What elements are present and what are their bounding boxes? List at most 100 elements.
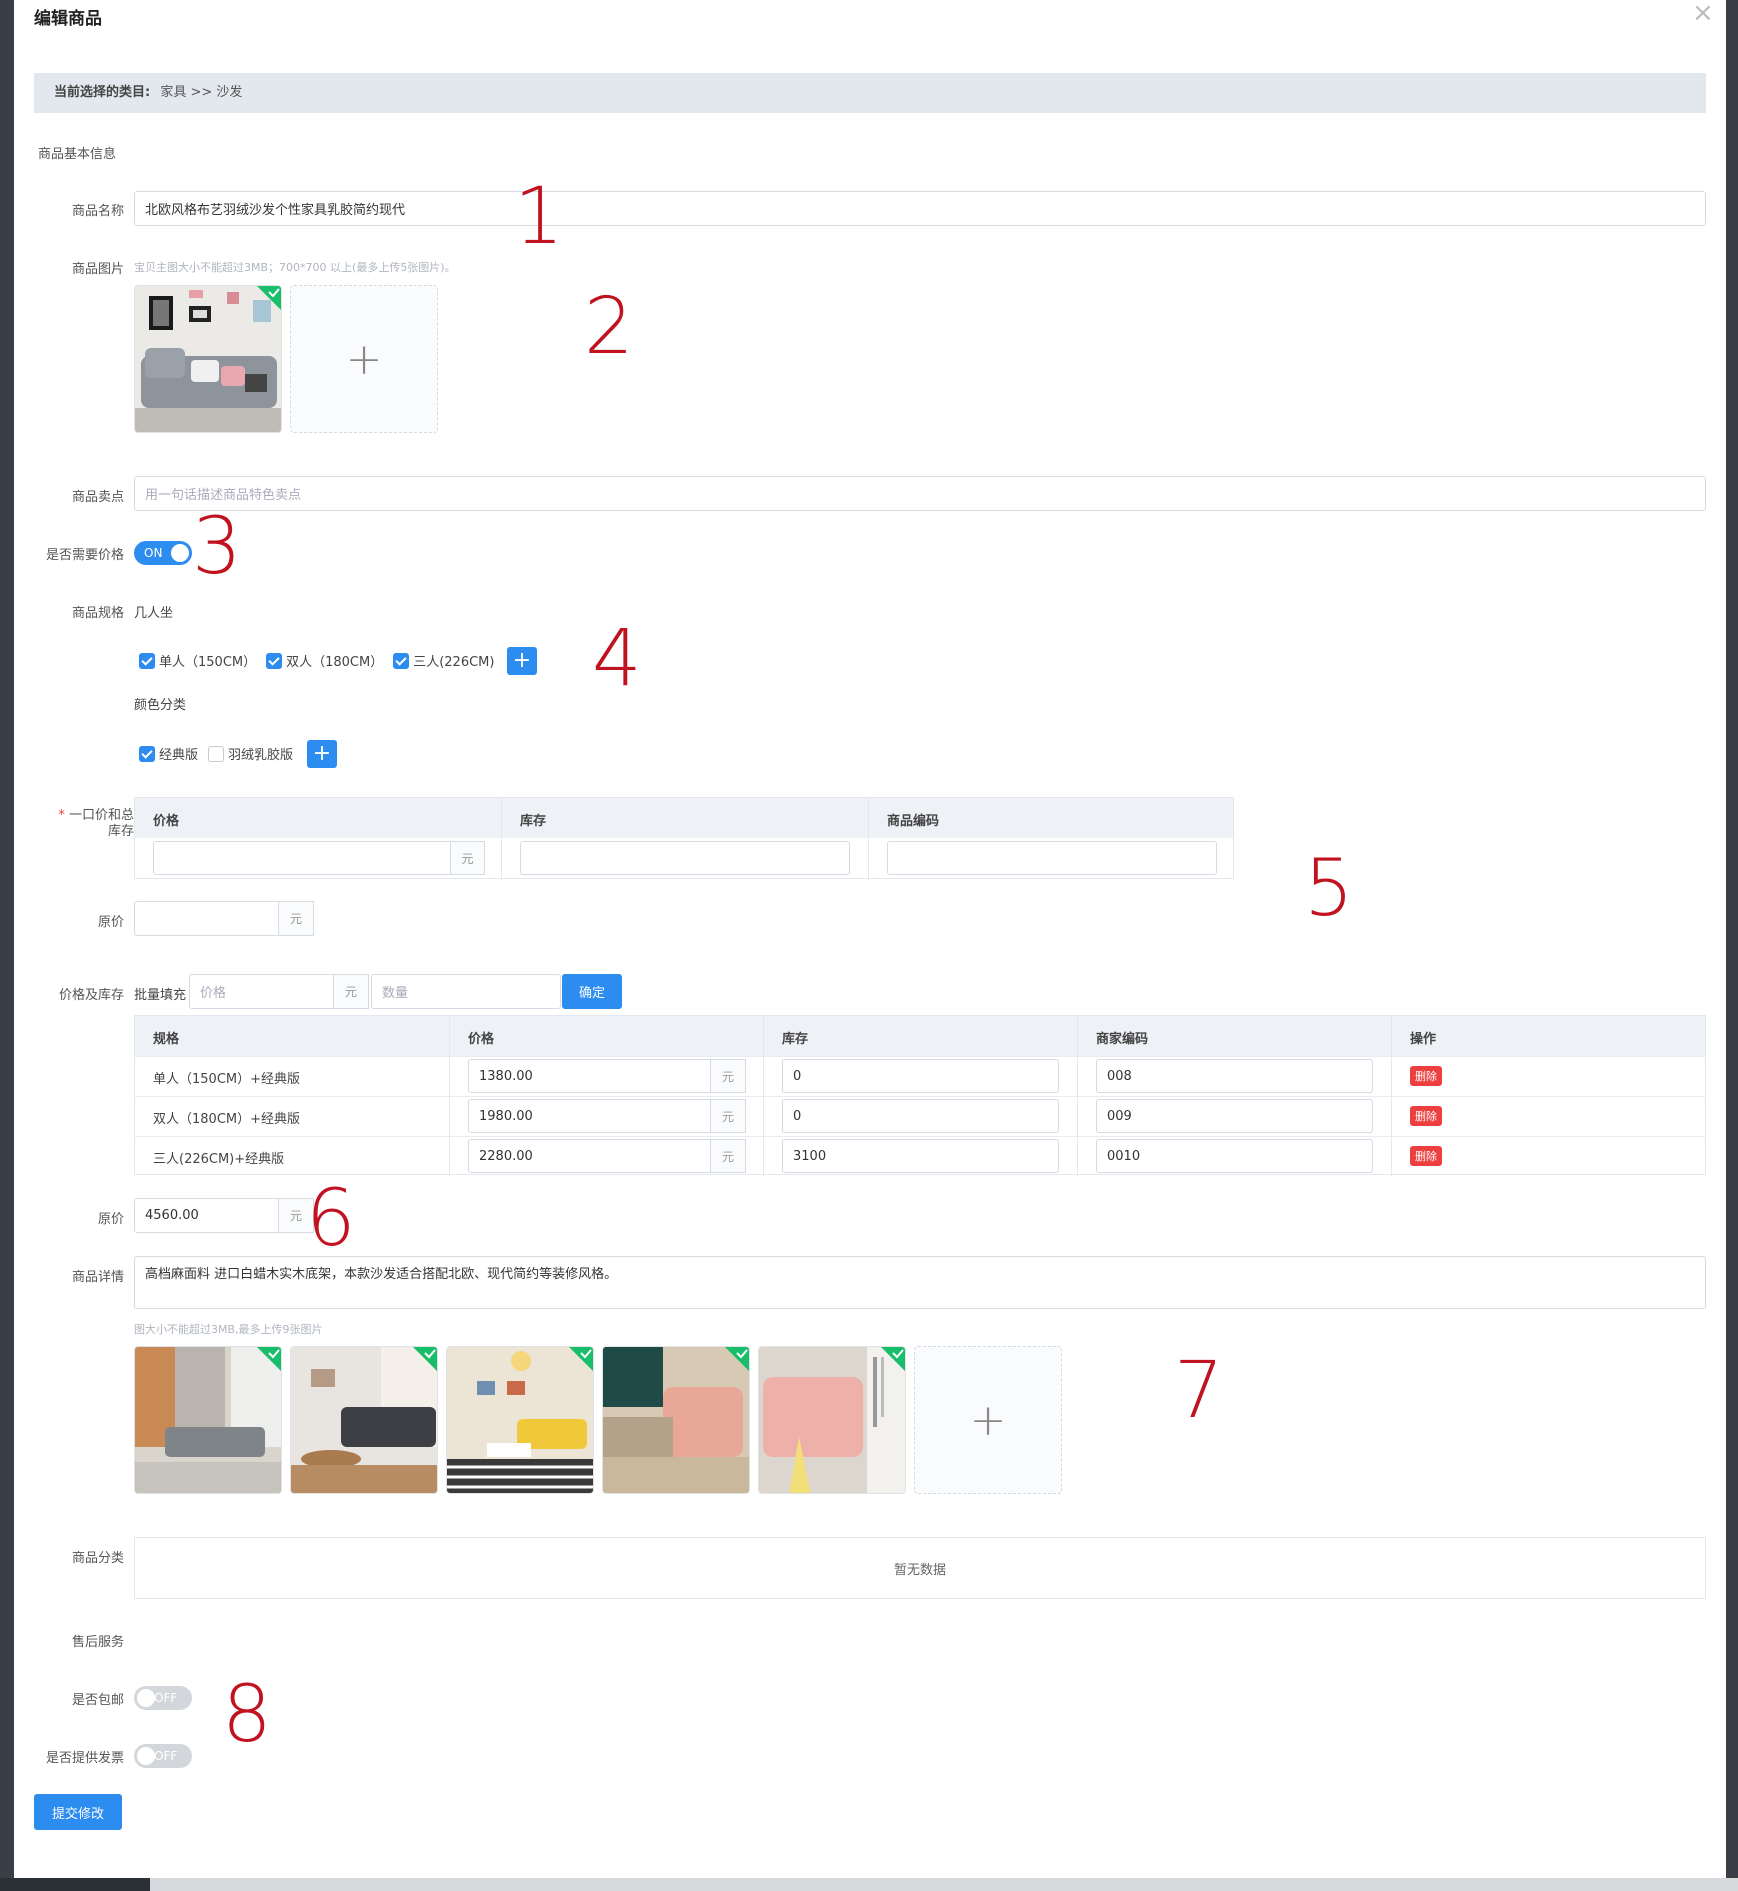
row-code-input[interactable]: 008 bbox=[1096, 1059, 1373, 1093]
fixed-price-label-line1: 一口价和总 bbox=[68, 808, 134, 823]
product-name-value: 北欧风格布艺羽绒沙发个性家具乳胶简约现代 bbox=[145, 203, 406, 218]
checkbox-triple[interactable] bbox=[393, 652, 410, 669]
annotation-4: 4 bbox=[592, 614, 642, 704]
original-price-input[interactable]: 4560.00 bbox=[134, 1198, 279, 1233]
row-code-input[interactable]: 0010 bbox=[1096, 1139, 1373, 1173]
row-code-value: 0010 bbox=[1107, 1148, 1141, 1164]
fixed-price-label: * 一口价和总 库存 bbox=[34, 808, 134, 840]
add-seat-option-button[interactable]: + bbox=[507, 647, 537, 675]
original-price-input[interactable] bbox=[134, 901, 279, 936]
row-price-unit: 元 bbox=[711, 1059, 746, 1093]
selling-point-placeholder: 用一句话描述商品特色卖点 bbox=[145, 488, 302, 503]
switch-knob bbox=[171, 544, 189, 562]
breadcrumb-path: 家具 >> 沙发 bbox=[160, 85, 243, 100]
detail-images-hint: 图大小不能超过3MB,最多上传9张图片 bbox=[134, 1323, 323, 1336]
product-name-label: 商品名称 bbox=[71, 204, 124, 219]
row-price-input[interactable]: 2280.00 bbox=[468, 1139, 711, 1173]
checkbox-classic[interactable] bbox=[139, 745, 155, 762]
invoice-switch[interactable]: OFF bbox=[134, 1744, 192, 1768]
row-price-value: 2280.00 bbox=[479, 1148, 533, 1164]
header-price: 价格 bbox=[468, 1032, 495, 1047]
table-row: 双人（180CM）+经典版 1980.00 元 0 009 删除 bbox=[135, 1096, 1705, 1136]
spec-group-color-name: 颜色分类 bbox=[134, 698, 187, 713]
checkbox-single[interactable] bbox=[139, 652, 155, 669]
add-detail-image-button[interactable]: + bbox=[914, 1346, 1062, 1494]
row-delete-button[interactable]: 删除 bbox=[1410, 1146, 1442, 1166]
required-mark: * bbox=[58, 808, 65, 823]
fixed-price-table: 价格 库存 商品编码 元 bbox=[134, 797, 1234, 880]
need-price-switch[interactable]: ON bbox=[134, 541, 192, 565]
row-delete-button[interactable]: 删除 bbox=[1410, 1066, 1442, 1086]
switch-state: ON bbox=[144, 546, 163, 560]
header-actions: 操作 bbox=[1410, 1032, 1437, 1047]
product-image-thumb[interactable] bbox=[134, 285, 282, 433]
row-stock-input[interactable]: 3100 bbox=[782, 1139, 1059, 1173]
total-stock-input[interactable] bbox=[520, 841, 850, 875]
row-price-input[interactable]: 1980.00 bbox=[468, 1099, 711, 1133]
background-left-edge bbox=[0, 0, 14, 1891]
row-price-unit: 元 bbox=[711, 1139, 746, 1173]
plus-icon: + bbox=[512, 648, 532, 673]
submit-button[interactable]: 提交修改 bbox=[34, 1794, 122, 1830]
table-row: 三人(226CM)+经典版 2280.00 元 3100 0010 删除 bbox=[135, 1136, 1705, 1176]
annotation-3: 3 bbox=[192, 502, 242, 592]
row-price-input[interactable]: 1380.00 bbox=[468, 1059, 711, 1093]
batch-price-input[interactable]: 价格 bbox=[189, 974, 334, 1009]
sku-table: 规格 价格 库存 商家编码 操作 单人（150CM）+经典版 1380.00 元… bbox=[134, 1015, 1706, 1176]
original-price-label: 原价 bbox=[97, 915, 124, 930]
uploaded-check-icon bbox=[257, 286, 281, 310]
row-stock-input[interactable]: 0 bbox=[782, 1059, 1059, 1093]
header-spec: 规格 bbox=[153, 1032, 180, 1047]
row-price-value: 1380.00 bbox=[479, 1068, 533, 1084]
row-price-unit: 元 bbox=[711, 1099, 746, 1133]
checkbox-down-latex[interactable] bbox=[208, 745, 225, 762]
fixed-price-label-line2: 库存 bbox=[107, 824, 134, 839]
batch-confirm-button[interactable]: 确定 bbox=[562, 974, 622, 1009]
fixed-price-unit: 元 bbox=[451, 841, 485, 875]
product-name-input[interactable]: 北欧风格布艺羽绒沙发个性家具乳胶简约现代 bbox=[134, 191, 1706, 226]
spec-group-seats-name: 几人坐 bbox=[134, 606, 174, 621]
product-detail-value: 高档麻面料 进口白蜡木实木底架，本款沙发适合搭配北欧、现代简约等装修风格。 bbox=[145, 1267, 618, 1282]
option-double-label: 双人（180CM） bbox=[286, 655, 384, 670]
detail-image-thumb[interactable] bbox=[134, 1346, 282, 1494]
product-category-label: 商品分类 bbox=[71, 1551, 124, 1566]
option-triple-label: 三人(226CM) bbox=[413, 655, 495, 670]
header-product-code: 商品编码 bbox=[887, 814, 940, 829]
spec-group-seats-options: 单人（150CM） 双人（180CM） 三人(226CM) bbox=[139, 651, 504, 670]
edit-product-dialog: 编辑商品 × 当前选择的类目: 家具 >> 沙发 商品基本信息 商品名称 北欧风… bbox=[14, 0, 1726, 1878]
product-detail-textarea[interactable]: 高档麻面料 进口白蜡木实木底架，本款沙发适合搭配北欧、现代简约等装修风格。 bbox=[134, 1256, 1706, 1309]
header-stock: 库存 bbox=[782, 1032, 809, 1047]
detail-image-thumb[interactable] bbox=[758, 1346, 906, 1494]
batch-fill-label: 批量填充 bbox=[134, 988, 187, 1003]
free-shipping-switch[interactable]: OFF bbox=[134, 1686, 192, 1710]
add-color-option-button[interactable]: + bbox=[307, 740, 337, 768]
detail-image-thumb[interactable] bbox=[290, 1346, 438, 1494]
row-code-input[interactable]: 009 bbox=[1096, 1099, 1373, 1133]
row-spec: 三人(226CM)+经典版 bbox=[153, 1152, 285, 1167]
annotation-5: 5 bbox=[1304, 844, 1354, 934]
switch-state: OFF bbox=[154, 1691, 178, 1705]
row-spec: 双人（180CM）+经典版 bbox=[153, 1112, 300, 1127]
detail-image-thumb[interactable] bbox=[446, 1346, 594, 1494]
fixed-price-input[interactable] bbox=[153, 841, 451, 875]
row-spec: 单人（150CM）+经典版 bbox=[153, 1072, 300, 1087]
annotation-1: 1 bbox=[514, 172, 564, 262]
add-product-image-button[interactable]: + bbox=[290, 285, 438, 433]
need-price-label: 是否需要价格 bbox=[45, 548, 124, 563]
spec-label: 商品规格 bbox=[71, 606, 124, 621]
close-icon[interactable]: × bbox=[1692, 0, 1714, 26]
selling-point-input[interactable]: 用一句话描述商品特色卖点 bbox=[134, 476, 1706, 511]
batch-qty-input[interactable]: 数量 bbox=[371, 974, 561, 1009]
breadcrumb-label: 当前选择的类目: bbox=[54, 85, 151, 100]
detail-image-thumb[interactable] bbox=[602, 1346, 750, 1494]
switch-knob bbox=[137, 1747, 155, 1765]
row-delete-button[interactable]: 删除 bbox=[1410, 1106, 1442, 1126]
header-stock: 库存 bbox=[520, 814, 547, 829]
row-code-value: 009 bbox=[1107, 1108, 1132, 1124]
checkbox-double[interactable] bbox=[266, 652, 283, 669]
dialog-title: 编辑商品 bbox=[34, 9, 102, 29]
annotation-7: 7 bbox=[1174, 1346, 1224, 1436]
row-stock-input[interactable]: 0 bbox=[782, 1099, 1059, 1133]
background-bottom-strip bbox=[0, 1878, 1738, 1891]
product-code-input[interactable] bbox=[887, 841, 1217, 875]
